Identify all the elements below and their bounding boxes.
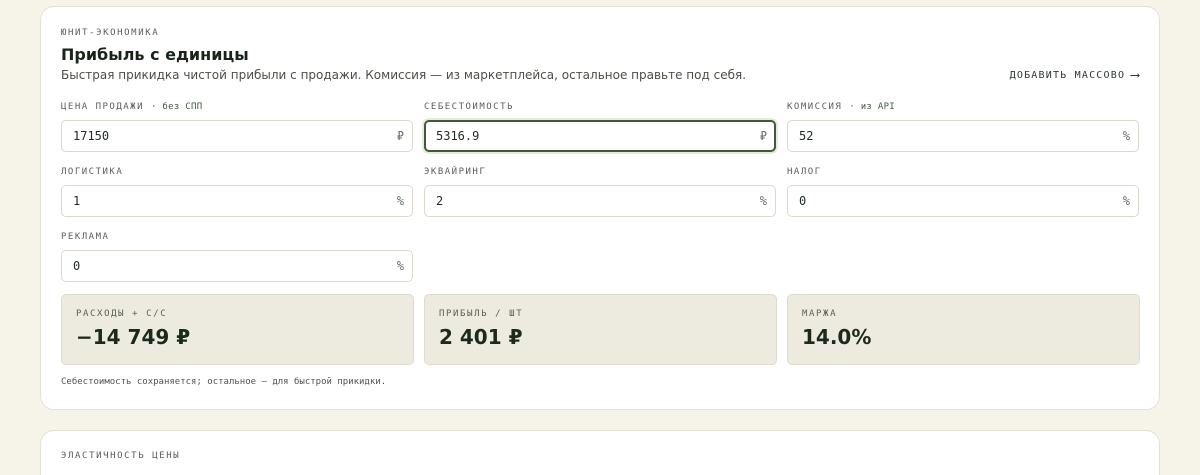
ads-input[interactable]: 0 % bbox=[61, 250, 413, 282]
logistics-input[interactable]: 1 % bbox=[61, 185, 413, 217]
profit-value: 2 401 ₽ bbox=[439, 325, 523, 349]
logistics-field: ЛОГИСТИКА 1 % bbox=[61, 166, 413, 217]
tax-input[interactable]: 0 % bbox=[787, 185, 1139, 217]
tax-field: НАЛОГ 0 % bbox=[787, 166, 1139, 217]
percent-unit: % bbox=[1122, 129, 1130, 143]
percent-unit: % bbox=[396, 259, 404, 273]
ruble-unit: ₽ bbox=[759, 129, 767, 143]
margin-metric: МАРЖА 14.0% bbox=[787, 294, 1140, 365]
tax-label: НАЛОГ bbox=[787, 167, 822, 177]
tax-value: 0 bbox=[799, 194, 807, 208]
ads-field: РЕКЛАМА 0 % bbox=[61, 231, 413, 282]
commission-input[interactable]: 52 % bbox=[787, 120, 1139, 152]
margin-label: МАРЖА bbox=[802, 309, 838, 319]
card-title: Прибыль с единицы bbox=[61, 45, 249, 64]
section-kicker: ЭЛАСТИЧНОСТЬ ЦЕНЫ bbox=[61, 451, 181, 461]
elasticity-card: ЭЛАСТИЧНОСТЬ ЦЕНЫ bbox=[40, 430, 1160, 475]
footnote: Себестоимость сохраняется; остальное — д… bbox=[61, 377, 387, 387]
acquiring-label: ЭКВАЙРИНГ bbox=[424, 167, 487, 177]
commission-sublabel: · из API bbox=[849, 102, 896, 112]
commission-label: КОМИССИЯ bbox=[787, 102, 843, 112]
price-sublabel: · без СПП bbox=[150, 102, 203, 112]
profit-label: ПРИБЫЛЬ / ШТ bbox=[439, 309, 524, 319]
card-subtitle: Быстрая прикидка чистой прибыли с продаж… bbox=[61, 68, 747, 82]
ads-value: 0 bbox=[73, 259, 81, 273]
ruble-unit: ₽ bbox=[396, 129, 404, 143]
acquiring-value: 2 bbox=[436, 194, 444, 208]
expenses-value: −14 749 ₽ bbox=[76, 325, 191, 349]
expenses-metric: РАСХОДЫ + С/С −14 749 ₽ bbox=[61, 294, 414, 365]
cost-field: СЕБЕСТОИМОСТЬ 5316.9 ₽ bbox=[424, 101, 776, 152]
logistics-label: ЛОГИСТИКА bbox=[61, 167, 124, 177]
cost-value: 5316.9 bbox=[436, 129, 480, 143]
margin-value: 14.0% bbox=[802, 325, 872, 349]
price-field: ЦЕНА ПРОДАЖИ · без СПП 17150 ₽ bbox=[61, 101, 413, 152]
ads-label: РЕКЛАМА bbox=[61, 232, 110, 242]
acquiring-field: ЭКВАЙРИНГ 2 % bbox=[424, 166, 776, 217]
percent-unit: % bbox=[396, 194, 404, 208]
expenses-label: РАСХОДЫ + С/С bbox=[76, 309, 168, 319]
acquiring-input[interactable]: 2 % bbox=[424, 185, 776, 217]
commission-value: 52 bbox=[799, 129, 814, 143]
price-input[interactable]: 17150 ₽ bbox=[61, 120, 413, 152]
cost-label: СЕБЕСТОИМОСТЬ bbox=[424, 102, 514, 112]
percent-unit: % bbox=[759, 194, 767, 208]
logistics-value: 1 bbox=[73, 194, 81, 208]
add-bulk-button[interactable]: ДОБАВИТЬ МАССОВО ⟶ bbox=[1010, 68, 1139, 83]
unit-economics-card: ЮНИТ-ЭКОНОМИКА Прибыль с единицы Быстрая… bbox=[40, 6, 1160, 410]
section-kicker: ЮНИТ-ЭКОНОМИКА bbox=[61, 28, 160, 38]
profit-metric: ПРИБЫЛЬ / ШТ 2 401 ₽ bbox=[424, 294, 777, 365]
cost-input[interactable]: 5316.9 ₽ bbox=[424, 120, 776, 152]
price-value: 17150 bbox=[73, 129, 110, 143]
add-bulk-label: ДОБАВИТЬ МАССОВО bbox=[1009, 70, 1126, 81]
arrow-right-icon: ⟶ bbox=[1131, 68, 1139, 83]
commission-field: КОМИССИЯ · из API 52 % bbox=[787, 101, 1139, 152]
price-label: ЦЕНА ПРОДАЖИ bbox=[61, 102, 145, 112]
percent-unit: % bbox=[1122, 194, 1130, 208]
